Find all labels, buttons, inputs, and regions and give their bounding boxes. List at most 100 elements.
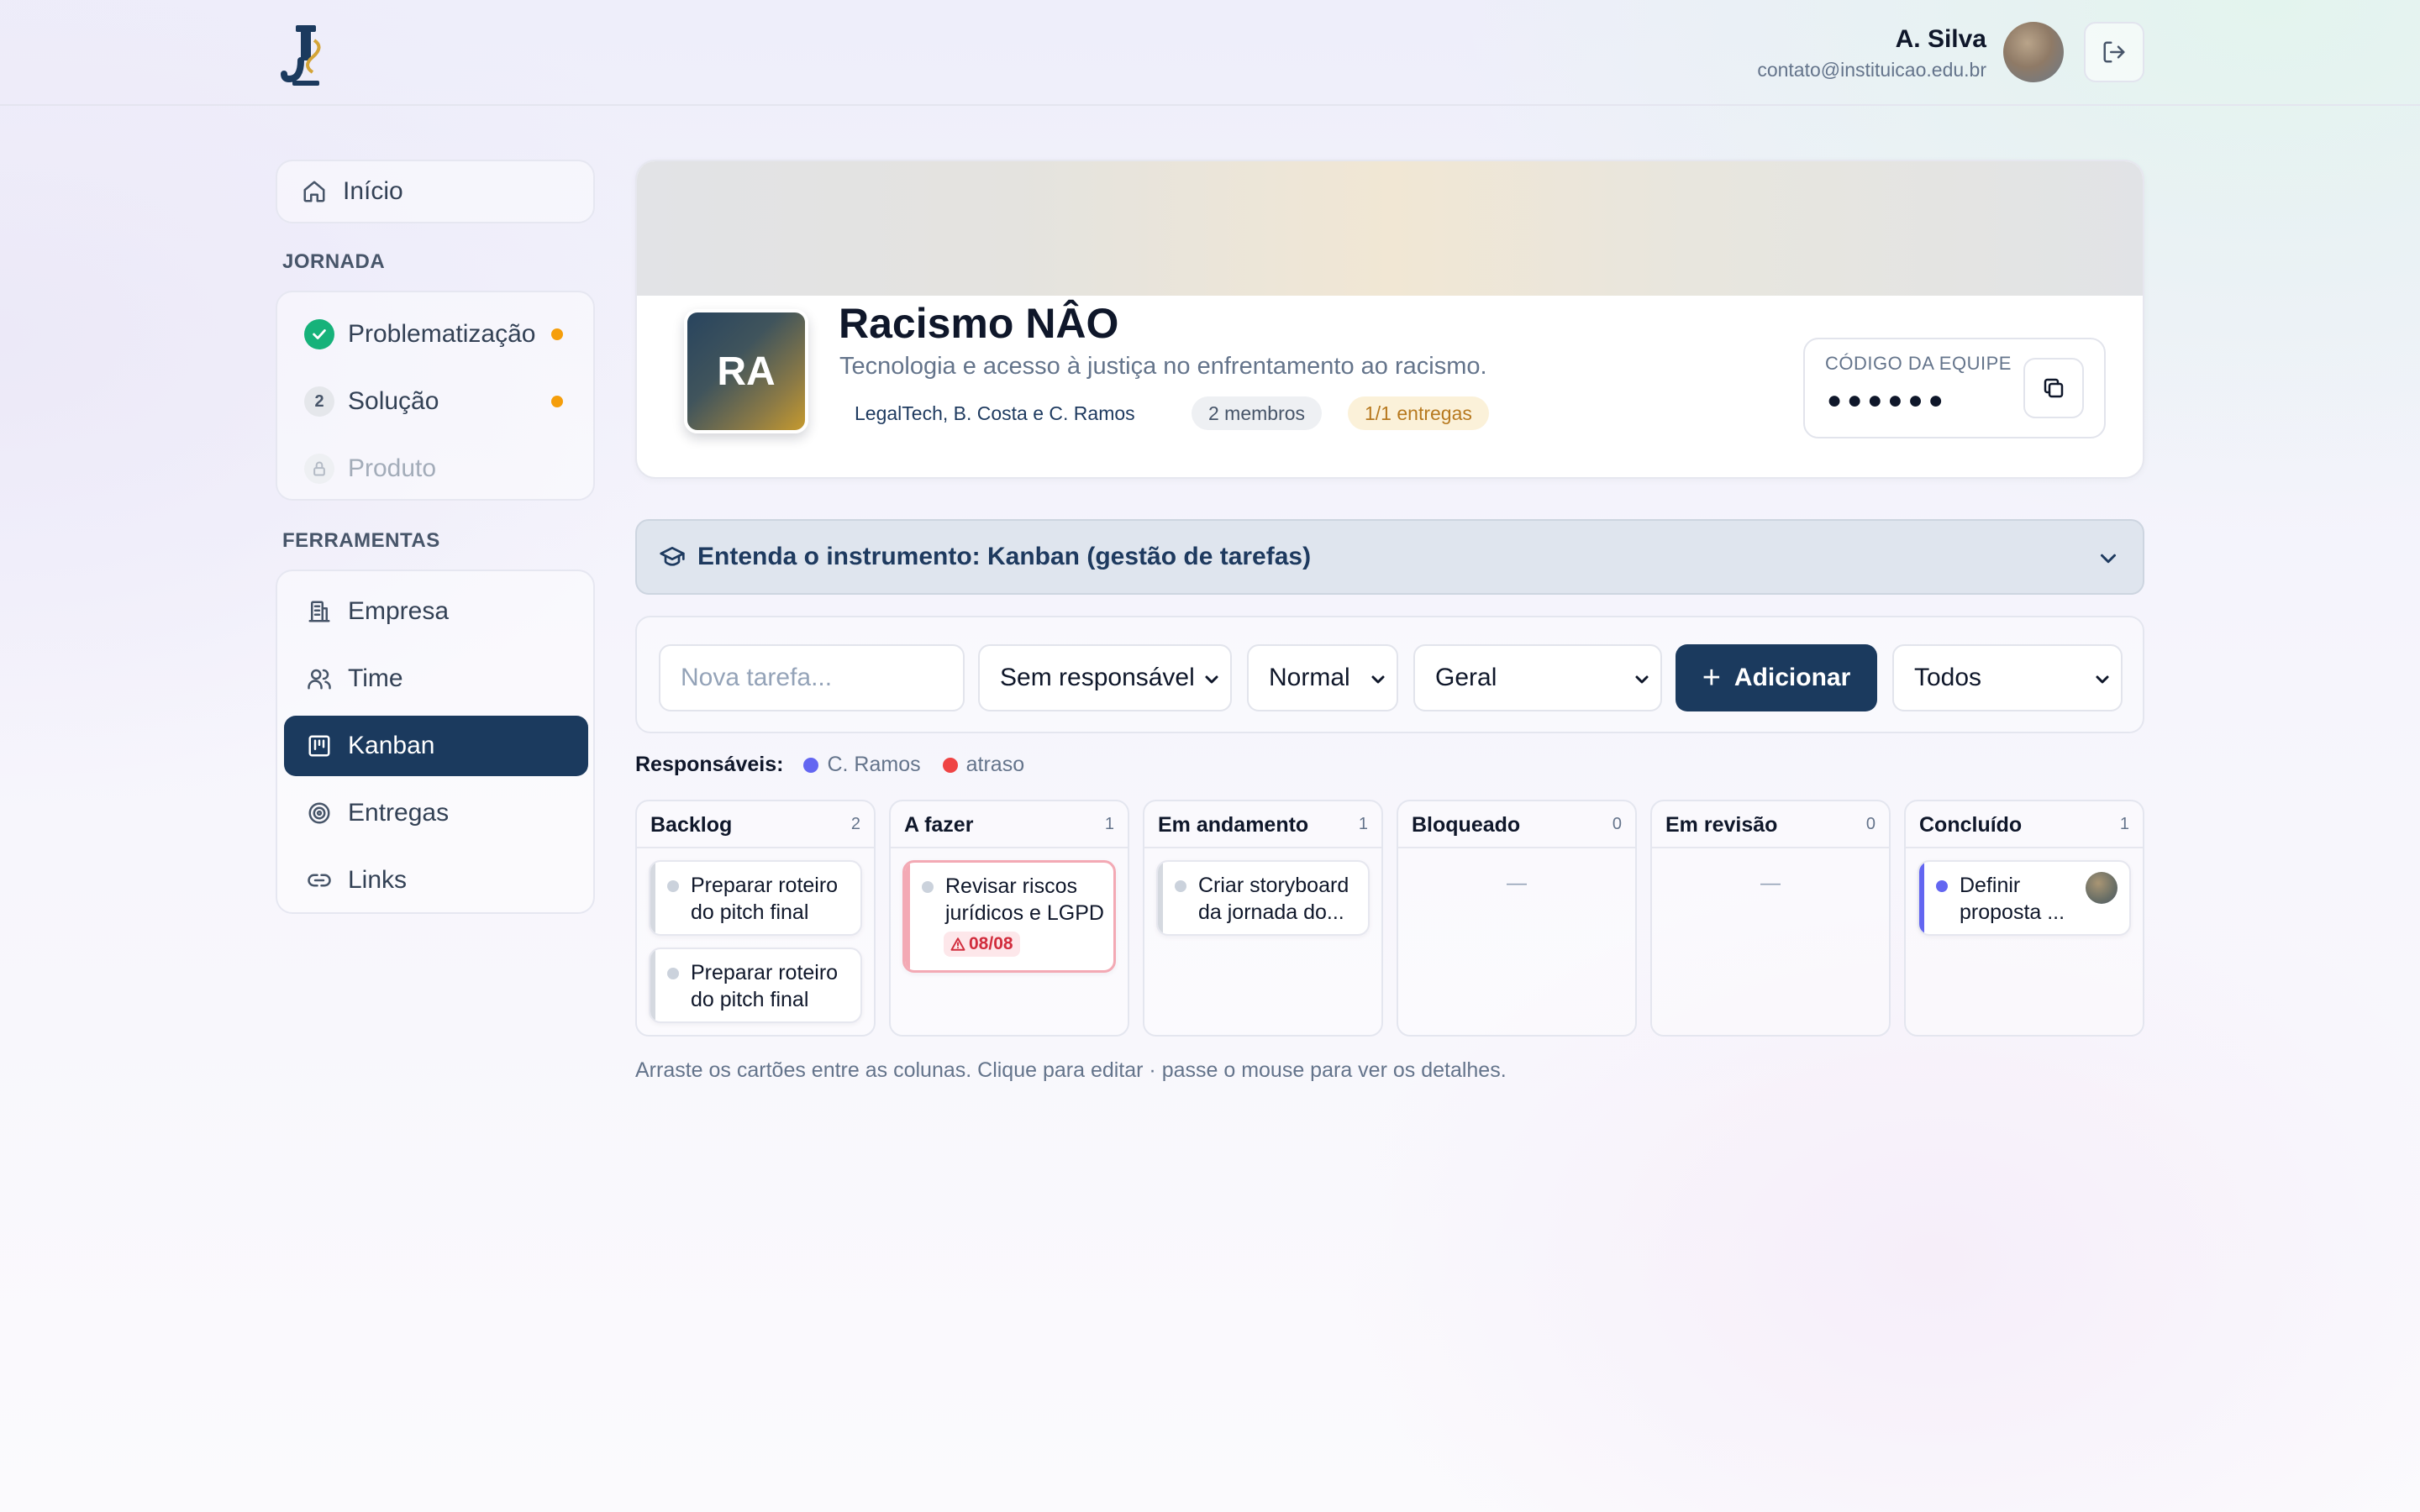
user-email: contato@instituicao.edu.br [1757,59,1986,81]
column-count: 1 [1104,815,1114,833]
top-bar: A. Silva contato@instituicao.edu.br [0,0,2420,106]
task-card-title: Preparar roteiro do pitch final [691,874,839,924]
legend-item: C. Ramos [827,753,921,776]
sidebar-item-empresa[interactable]: Empresa [284,581,588,642]
sidebar-item-label: Solução [348,387,439,415]
assignee-legend: Responsáveis: C. Ramos atraso [635,753,1046,777]
column-em-andamento[interactable]: Em andamento 1 Criar storyboard da jorna… [1143,800,1383,1037]
sidebar-item-label: Produto [348,454,437,482]
task-card-title: Criar storyboard da jornada do... [1198,874,1349,924]
task-card[interactable]: Revisar riscos jurídicos e LGPD 08/08 [902,860,1116,973]
task-card[interactable]: Criar storyboard da jornada do... [1156,860,1370,936]
priority-select[interactable]: Normal [1247,644,1398,711]
column-header: Em revisão 0 [1652,801,1889,848]
check-circle-icon [304,319,334,349]
column-header: A fazer 1 [891,801,1128,848]
sidebar-item-label: Kanban [348,732,435,759]
project-subtitle: Tecnologia e acesso à justiça no enfrent… [839,353,1487,380]
legend-dot-late [942,757,958,773]
user-avatar[interactable] [2003,22,2064,82]
filter-select-value: Todos [1914,664,1982,691]
task-card-title: Revisar riscos jurídicos e LGPD [945,874,1104,925]
column-count: 0 [1865,815,1876,833]
home-icon [299,176,329,207]
members-badge: 2 membros [1192,396,1323,430]
chevron-down-icon [2101,554,2116,564]
legend-item: atraso [965,753,1025,776]
column-header: Bloqueado 0 [1398,801,1635,848]
legend-dot-c-ramos [803,757,819,773]
sidebar-item-label: Entregas [348,799,450,827]
column-title: A fazer [904,813,974,837]
pending-dot [551,328,563,340]
task-card[interactable]: Preparar roteiro do pitch final [649,860,862,936]
filter-select[interactable]: Todos [1892,644,2123,711]
sidebar-item-home[interactable]: Início [279,161,593,222]
column-header: Backlog 2 [637,801,874,848]
new-task-input[interactable]: Nova tarefa... [659,644,965,711]
task-card[interactable]: Definir proposta ... [1918,860,2131,936]
column-header: Em andamento 1 [1144,801,1381,848]
column-em-revisao[interactable]: Em revisão 0 — [1650,800,1891,1037]
app-logo[interactable] [281,24,331,87]
late-badge: 08/08 [944,932,1020,957]
sidebar-item-kanban[interactable]: Kanban [284,716,588,776]
new-task-bar: Nova tarefa... Sem responsável Normal Ge… [635,616,2144,733]
assignee-select-value: Sem responsável [1000,664,1195,691]
assignee-dot [1936,880,1948,892]
column-header: Concluído 1 [1906,801,2143,848]
step-number-badge: 2 [304,386,334,417]
sidebar-item-problematizacao[interactable]: Problematização [284,304,588,365]
add-task-button[interactable]: + Adicionar [1676,644,1877,711]
project-banner [637,161,2143,296]
column-concluido[interactable]: Concluído 1 Definir proposta ... [1904,800,2144,1037]
column-count: 1 [2119,815,2129,833]
column-title: Bloqueado [1412,813,1521,837]
priority-select-value: Normal [1269,664,1350,691]
legend-label: Responsáveis: [635,753,784,776]
warning-icon [950,937,965,951]
sidebar-item-label: Início [343,177,403,205]
team-code-label: CÓDIGO DA EQUIPE [1825,353,2012,374]
assignee-select[interactable]: Sem responsável [978,644,1232,711]
sidebar-item-links[interactable]: Links [284,850,588,911]
task-card-title: Preparar roteiro do pitch final [691,961,839,1011]
category-select[interactable]: Geral [1413,644,1662,711]
kanban-hint: Arraste os cartões entre as colunas. Cli… [635,1058,1507,1082]
task-card[interactable]: Preparar roteiro do pitch final [649,948,862,1023]
team-chip: LegalTech, B. Costa e C. Ramos [855,402,1135,424]
column-a-fazer[interactable]: A fazer 1 Revisar riscos jurídicos e LGP… [889,800,1129,1037]
add-task-label: Adicionar [1733,664,1851,691]
column-bloqueado[interactable]: Bloqueado 0 — [1397,800,1637,1037]
project-logo: RA [684,309,808,433]
empty-placeholder: — [1507,872,1527,895]
chevron-down-icon [2096,675,2109,684]
sidebar-item-entregas[interactable]: Entregas [284,783,588,843]
empty-placeholder: — [1760,872,1781,895]
sidebar-item-solucao[interactable]: 2 Solução [284,371,588,432]
sidebar-item-label: Links [348,866,408,894]
link-icon [304,865,334,895]
journey-heading: JORNADA [282,250,386,273]
lock-icon [304,454,334,484]
column-count: 2 [850,815,860,833]
user-name: A. Silva [1895,25,1986,53]
tools-card: Empresa Time Kanban Entregas Links [276,570,595,914]
team-code-value: ●●●●●● [1827,386,1949,414]
graduation-cap-icon [660,547,685,566]
sidebar-item-time[interactable]: Time [284,648,588,709]
chevron-down-icon [1635,675,1649,684]
logout-button[interactable] [2084,22,2144,82]
column-backlog[interactable]: Backlog 2 Preparar roteiro do pitch fina… [635,800,876,1037]
copy-icon [2044,378,2064,398]
assignee-avatar [2086,872,2118,904]
column-title: Concluído [1919,813,2023,837]
sidebar-item-label: Empresa [348,597,450,625]
instrument-accordion[interactable]: Entenda o instrumento: Kanban (gestão de… [635,519,2144,595]
target-icon [304,798,334,828]
copy-code-button[interactable] [2023,358,2084,418]
column-title: Em revisão [1665,813,1778,837]
late-date: 08/08 [969,934,1013,953]
team-code-box: CÓDIGO DA EQUIPE ●●●●●● [1803,338,2106,438]
project-title: Racismo NÂO [839,300,1119,347]
